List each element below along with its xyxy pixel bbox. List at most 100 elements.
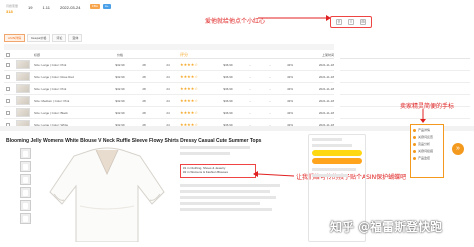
- add-to-cart-button[interactable]: [312, 150, 362, 156]
- select-all-checkbox[interactable]: [6, 53, 10, 57]
- row-checkbox[interactable]: [6, 74, 10, 79]
- info-line: [180, 184, 280, 187]
- table-row[interactable]: Size: Large | Color: Pink $32.99 28 24 ★★★★☆…: [4, 83, 334, 95]
- row-checkbox[interactable]: [6, 62, 10, 67]
- menu-item-label: 关键词挖掘: [418, 149, 434, 153]
- row-image: [12, 96, 34, 105]
- rating-stars-icon: ★★★★☆: [180, 62, 198, 67]
- product-main-image[interactable]: [40, 146, 174, 243]
- variant-col-a: 28: [142, 86, 146, 91]
- stat-date: 2022-03-24: [60, 4, 80, 14]
- side-row: [340, 71, 470, 83]
- badge-group: FBA A+: [90, 4, 111, 9]
- menu-item-label: 产品监控: [418, 156, 431, 160]
- row-checkbox[interactable]: [6, 98, 10, 103]
- thumbnail[interactable]: [20, 187, 31, 198]
- variant-col-d: ...: [248, 74, 252, 79]
- annotation-arrow-icon: [258, 15, 331, 21]
- variant-date: 2021-11-18: [318, 110, 334, 115]
- menu-icon[interactable]: ≡: [348, 19, 354, 25]
- tab-keepa[interactable]: Keepa价格: [27, 34, 51, 42]
- row-checkbox[interactable]: [6, 110, 10, 115]
- product-thumbnail[interactable]: [16, 96, 30, 105]
- table-row[interactable]: Size: Medium | Color: Pink $32.99 28 24 ★★★★…: [4, 95, 334, 107]
- stat-3: 1.11: [42, 4, 50, 14]
- info-line: [180, 190, 270, 193]
- variant-col-b: 24: [166, 62, 170, 67]
- variant-col-e: ...: [268, 62, 272, 67]
- thumbnail[interactable]: [20, 148, 31, 159]
- table-row[interactable]: Size: Large | Color: Black $32.99 28 24 ★★★★…: [4, 107, 334, 119]
- bsr-rank-box: #1 in Clothing, Shoes & Jewelry #2 in Wo…: [180, 164, 256, 178]
- thumbnail[interactable]: [20, 174, 31, 185]
- product-thumbnail[interactable]: [16, 108, 30, 117]
- variant-col-e: ...: [268, 86, 272, 91]
- search-icon[interactable]: ⚲: [336, 19, 342, 25]
- tab-reviews[interactable]: 评论: [52, 34, 67, 42]
- row-image: [12, 60, 34, 69]
- variant-col-f: 43%: [286, 62, 293, 67]
- product-thumbnail[interactable]: [16, 60, 30, 69]
- side-row: [340, 59, 470, 71]
- variant-title: Size: Large | Color: Rose Red: [34, 74, 74, 79]
- product-thumbnail[interactable]: [16, 84, 30, 93]
- info-line: [180, 202, 260, 205]
- variant-col-e: ...: [268, 98, 272, 103]
- info-line: [180, 146, 250, 149]
- stat-2: 19: [28, 4, 32, 14]
- variant-col-f: 43%: [286, 86, 293, 91]
- variant-price: $32.99: [115, 86, 125, 91]
- row-checkbox[interactable]: [6, 86, 10, 91]
- menu-item[interactable]: 关键词反查: [413, 135, 441, 139]
- menu-item[interactable]: 产品详情: [413, 128, 441, 132]
- aplus-badge: A+: [102, 4, 111, 9]
- tab-asin-detail[interactable]: ASIN详情: [4, 34, 26, 42]
- variant-title: Size: Large | Color: Black: [34, 110, 68, 115]
- row-check: [4, 110, 12, 115]
- stat-value: 1.11: [42, 5, 50, 10]
- thumbnail[interactable]: [20, 200, 31, 211]
- variant-col-c: $36.99: [223, 74, 233, 79]
- variant-date: 2021-11-18: [318, 62, 334, 67]
- variant-col-b: 24: [166, 110, 170, 115]
- variant-col-c: $36.99: [223, 86, 233, 91]
- header-rating: 评分: [180, 52, 188, 57]
- product-thumbnail[interactable]: [16, 72, 30, 81]
- info-line: [180, 152, 230, 155]
- product-title: Blooming Jelly Womens White Blouse V Nec…: [6, 138, 262, 144]
- buy-now-button[interactable]: [312, 158, 362, 164]
- menu-item-label: 关键词反查: [418, 135, 434, 139]
- stat-value: 19: [28, 5, 33, 10]
- row-image: [12, 84, 34, 93]
- row-check: [4, 98, 12, 103]
- table-row[interactable]: Size: Large | Color: Rose Red $32.99 28 24 ★…: [4, 71, 334, 83]
- grid-icon[interactable]: ⊞: [360, 19, 366, 25]
- product-info: #1 in Clothing, Shoes & Jewelry #2 in Wo…: [180, 146, 300, 242]
- side-row: [340, 83, 470, 95]
- seller-sprite-fab-icon[interactable]: »: [452, 143, 464, 155]
- variant-col-f: 43%: [286, 110, 293, 115]
- annotation-arrow-icon: [420, 109, 426, 123]
- menu-item-label: 竞品分析: [418, 142, 431, 146]
- stat-label: 月搜索量: [6, 4, 19, 8]
- variant-price: $32.99: [115, 62, 125, 67]
- variant-col-d: ...: [248, 110, 252, 115]
- fba-badge: FBA: [90, 4, 100, 9]
- side-table: [340, 52, 470, 131]
- header-date: 上架时间: [321, 53, 334, 57]
- variant-price: $32.99: [115, 98, 125, 103]
- variant-price: $32.99: [115, 74, 125, 79]
- info-line: [312, 174, 348, 177]
- menu-item[interactable]: 竞品分析: [413, 142, 441, 146]
- panel-tabs: ASIN详情 Keepa价格 评论 变体: [4, 34, 83, 42]
- menu-dot-icon: [413, 149, 416, 153]
- thumbnail[interactable]: [20, 161, 31, 172]
- variant-col-a: 28: [142, 62, 146, 67]
- menu-item[interactable]: 产品监控: [413, 156, 441, 160]
- tab-variants[interactable]: 变体: [68, 34, 83, 42]
- thumbnail[interactable]: [20, 213, 31, 224]
- menu-item[interactable]: 关键词挖掘: [413, 149, 441, 153]
- variant-date: 2021-11-18: [318, 86, 334, 91]
- table-row[interactable]: Size: Large | Color: Pink $32.99 28 24 ★★★★☆…: [4, 59, 334, 71]
- row-check: [4, 86, 12, 91]
